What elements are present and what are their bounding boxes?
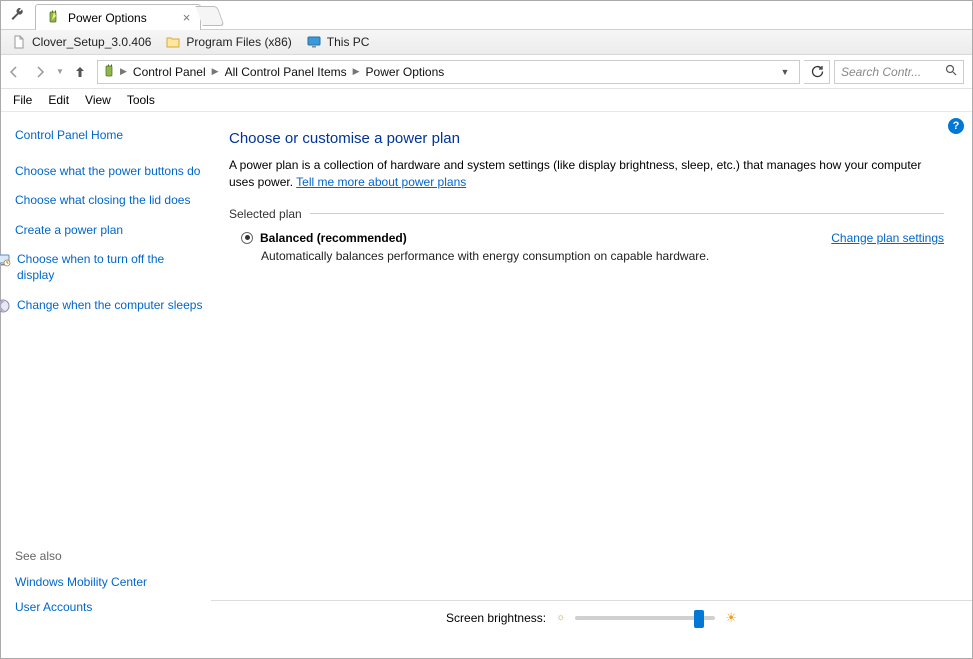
bookmark-item[interactable]: This PC	[306, 34, 370, 50]
chevron-right-icon[interactable]: ▶	[210, 66, 221, 77]
bookmark-label: Clover_Setup_3.0.406	[32, 35, 151, 49]
pc-icon	[306, 34, 322, 50]
sidebar-link[interactable]: Create a power plan	[15, 223, 203, 239]
plan-description: Automatically balances performance with …	[261, 249, 944, 263]
breadcrumb-item[interactable]: All Control Panel Items	[221, 65, 351, 79]
up-button[interactable]	[67, 59, 93, 85]
bookmark-item[interactable]: Program Files (x86)	[165, 34, 291, 50]
search-icon[interactable]	[945, 64, 957, 79]
plan-name: Balanced (recommended)	[241, 231, 407, 245]
forward-button[interactable]	[27, 59, 53, 85]
bookmark-label: This PC	[327, 35, 370, 49]
sidebar-link[interactable]: Change when the computer sleeps	[0, 298, 203, 314]
address-bar[interactable]: ▶ Control Panel ▶ All Control Panel Item…	[97, 60, 800, 84]
tab-power-options[interactable]: Power Options ×	[35, 4, 201, 30]
menu-edit[interactable]: Edit	[48, 93, 69, 107]
breadcrumb-item[interactable]: Control Panel	[129, 65, 210, 79]
sun-dim-icon: ☼	[556, 612, 565, 623]
address-dropdown[interactable]: ▼	[775, 67, 795, 77]
see-also-link[interactable]: User Accounts	[15, 600, 203, 616]
change-plan-settings-link[interactable]: Change plan settings	[831, 231, 944, 245]
page-title: Choose or customise a power plan	[229, 130, 944, 147]
brightness-label: Screen brightness:	[446, 611, 546, 625]
recent-dropdown[interactable]: ▼	[53, 59, 67, 85]
folder-icon	[165, 34, 181, 50]
power-options-icon	[46, 10, 62, 26]
bookmarks-bar: Clover_Setup_3.0.406 Program Files (x86)…	[1, 29, 972, 55]
brightness-footer: Screen brightness: ☼ ☀	[211, 600, 972, 634]
sidebar: Control Panel Home Choose what the power…	[1, 112, 211, 634]
sun-bright-icon: ☀	[725, 610, 737, 626]
tab-title: Power Options	[68, 11, 147, 25]
monitor-icon	[0, 252, 11, 268]
bookmark-label: Program Files (x86)	[186, 35, 291, 49]
menu-bar: File Edit View Tools	[1, 89, 972, 111]
sidebar-link[interactable]: Choose what closing the lid does	[15, 193, 203, 209]
dev-tools-icon[interactable]	[5, 3, 29, 27]
power-options-icon	[102, 64, 118, 80]
menu-file[interactable]: File	[13, 93, 32, 107]
search-input[interactable]: Search Contr...	[834, 60, 964, 84]
breadcrumb-item[interactable]: Power Options	[362, 65, 449, 79]
refresh-button[interactable]	[804, 60, 830, 84]
plan-row: Balanced (recommended) Change plan setti…	[229, 231, 944, 245]
content-area: ? Control Panel Home Choose what the pow…	[1, 111, 972, 634]
back-button[interactable]	[1, 59, 27, 85]
plan-radio[interactable]	[241, 232, 253, 244]
chevron-right-icon[interactable]: ▶	[351, 66, 362, 77]
moon-icon	[0, 298, 11, 314]
see-also-link[interactable]: Windows Mobility Center	[15, 575, 203, 591]
menu-tools[interactable]: Tools	[127, 93, 155, 107]
bookmark-item[interactable]: Clover_Setup_3.0.406	[11, 34, 151, 50]
brightness-slider[interactable]	[575, 616, 715, 620]
main-panel: Choose or customise a power plan A power…	[211, 112, 972, 634]
learn-more-link[interactable]: Tell me more about power plans	[296, 175, 466, 189]
page-description: A power plan is a collection of hardware…	[229, 157, 944, 191]
tab-strip: Power Options ×	[1, 1, 972, 29]
file-icon	[11, 34, 27, 50]
sidebar-link[interactable]: Choose what the power buttons do	[15, 164, 203, 180]
menu-view[interactable]: View	[85, 93, 111, 107]
navigation-row: ▼ ▶ Control Panel ▶ All Control Panel It…	[1, 55, 972, 89]
sidebar-link[interactable]: Choose when to turn off the display	[0, 252, 203, 283]
selected-plan-header: Selected plan	[229, 207, 944, 221]
search-placeholder: Search Contr...	[841, 65, 921, 79]
see-also-label: See also	[15, 549, 203, 563]
brightness-slider-thumb[interactable]	[694, 610, 704, 628]
tab-close-icon[interactable]: ×	[183, 11, 191, 24]
control-panel-home-link[interactable]: Control Panel Home	[15, 128, 203, 144]
chevron-right-icon[interactable]: ▶	[118, 66, 129, 77]
